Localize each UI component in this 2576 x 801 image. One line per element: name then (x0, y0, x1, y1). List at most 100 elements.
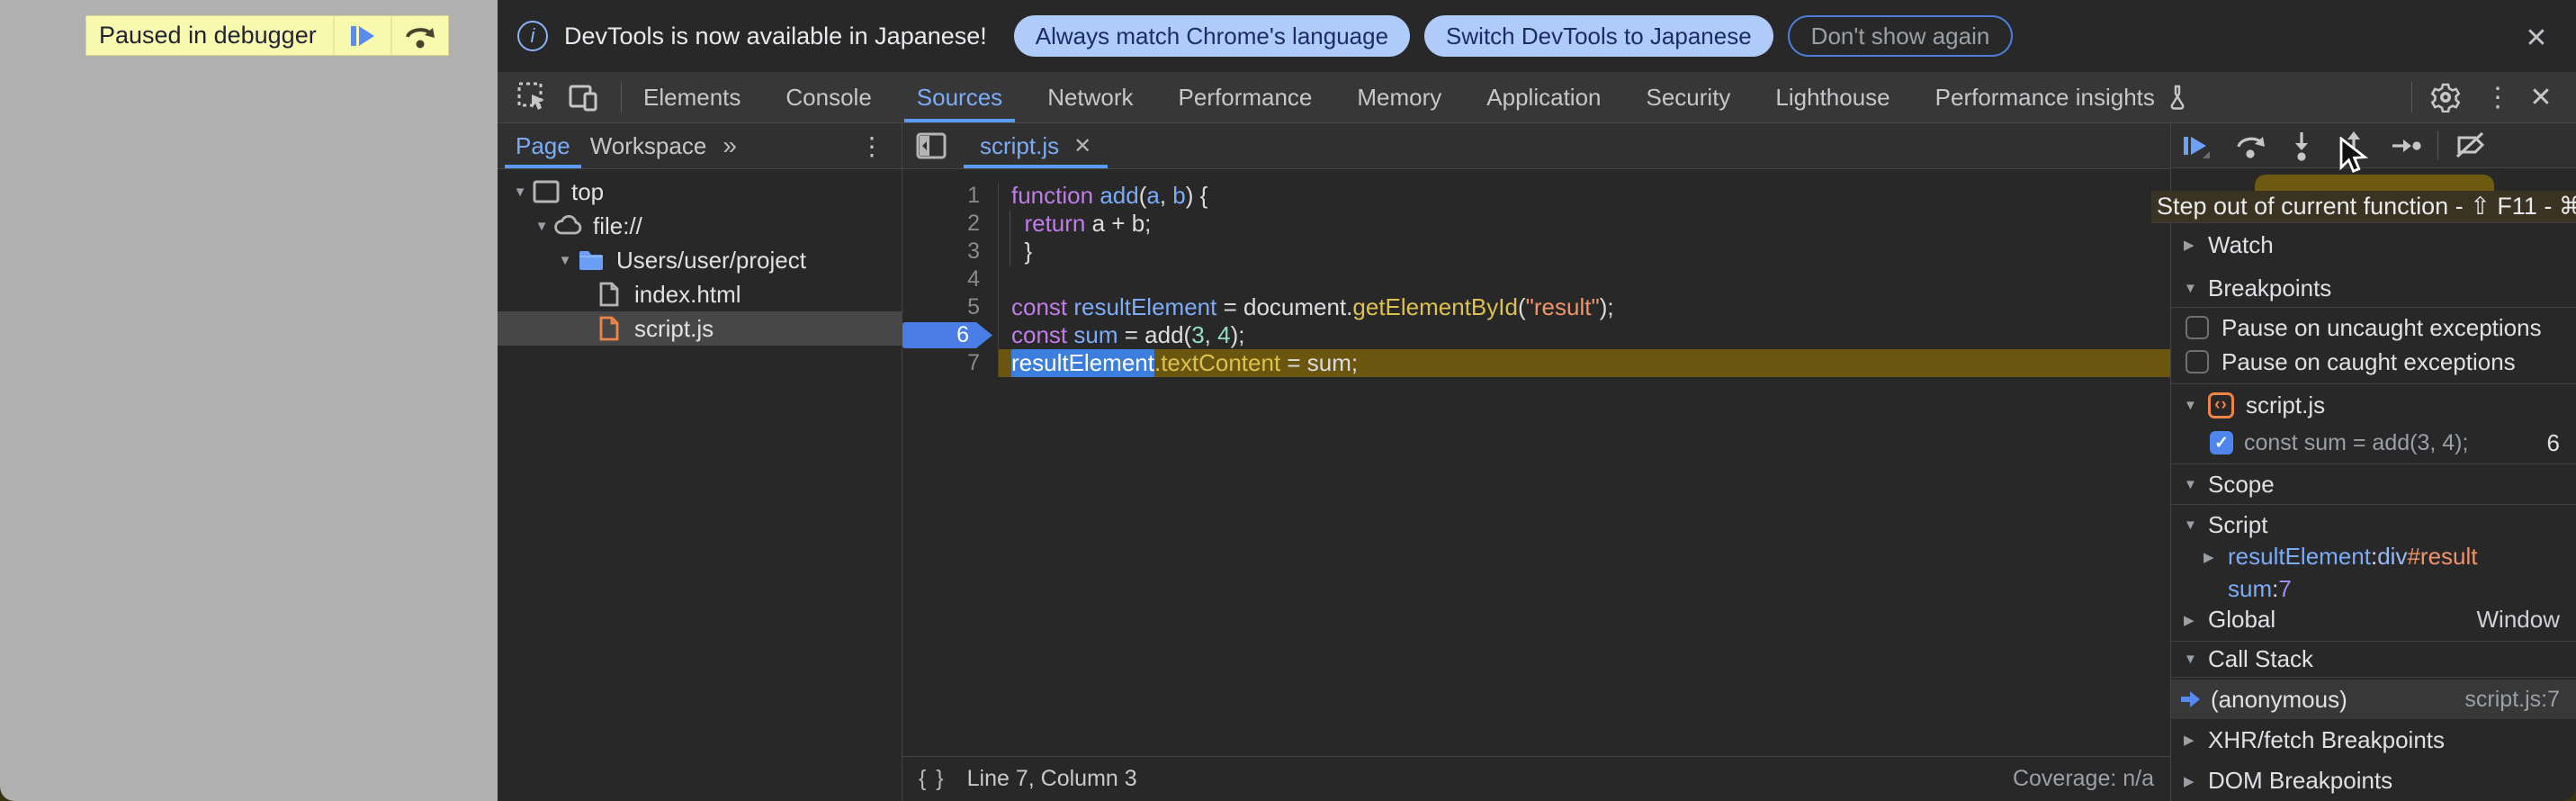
line-number: 4 (902, 266, 999, 293)
panel-tabs: Elements Console Sources Network Performance… (631, 72, 2202, 122)
code-token: .textContent (1154, 349, 1280, 377)
line-number-text: 5 (967, 294, 980, 320)
controls-separator (2437, 130, 2438, 159)
cursor-position: Line 7, Column 3 (967, 766, 1137, 792)
code-line-1[interactable]: 1function add(a, b) { (902, 182, 2170, 210)
resume-script-icon[interactable] (2178, 129, 2212, 163)
breakpoint-entry[interactable]: ✓const sum = add(3, 4);6 (2171, 424, 2576, 462)
tab-lighthouse[interactable]: Lighthouse (1763, 72, 1902, 122)
code-line-3[interactable]: 3 } (902, 238, 2170, 266)
code-editor: script.js ✕ 1function add(a, b) {2 retur… (902, 123, 2170, 801)
tab-performance[interactable]: Performance (1166, 72, 1325, 122)
scope-group-global[interactable]: ▶GlobalWindow (2171, 603, 2576, 636)
section-breakpoints[interactable]: ▼ Breakpoints (2171, 270, 2576, 308)
code-line-content: resultElement.textContent = sum; (999, 349, 2170, 377)
section-scope[interactable]: ▼ Scope (2171, 464, 2576, 505)
tab-sources[interactable]: Sources (904, 72, 1015, 122)
infobar-close-icon[interactable]: ✕ (2518, 20, 2554, 56)
resume-script-button[interactable] (333, 16, 390, 55)
file-js-icon (595, 314, 624, 343)
devtools-close-icon[interactable]: ✕ (2524, 80, 2558, 114)
file-tree: ▼top▼file://▼Users/user/projectindex.htm… (498, 175, 902, 346)
breakpoint-marker[interactable]: 6 (902, 321, 999, 349)
infobar-message: DevTools is now available in Japanese! (564, 22, 987, 50)
inspect-element-icon[interactable] (516, 80, 550, 114)
tab-elements[interactable]: Elements (631, 72, 753, 122)
tab-network[interactable]: Network (1035, 72, 1145, 122)
deactivate-breakpoints-icon[interactable] (2454, 129, 2488, 163)
tab-console[interactable]: Console (773, 72, 884, 122)
code-token: b (1172, 182, 1185, 210)
tab-page[interactable]: Page (514, 123, 572, 168)
breakpoint-checkbox[interactable]: ✓ (2210, 431, 2233, 454)
line-number: 3 (902, 238, 999, 266)
tree-item-index-html[interactable]: index.html (498, 277, 902, 311)
always-match-language-button[interactable]: Always match Chrome's language (1014, 15, 1410, 57)
pause-toggle-0[interactable]: Pause on uncaught exceptions (2171, 310, 2576, 345)
section-watch[interactable]: ▶ Watch (2171, 225, 2576, 265)
tab-memory[interactable]: Memory (1344, 72, 1454, 122)
code-area[interactable]: 1function add(a, b) {2 return a + b;3 }4… (902, 169, 2170, 756)
more-tabs-icon[interactable]: » (723, 131, 737, 160)
code-token: return (1024, 210, 1085, 238)
tab-security[interactable]: Security (1634, 72, 1744, 122)
editor-tab-scriptjs[interactable]: script.js ✕ (974, 123, 1097, 168)
step-into-icon[interactable] (2284, 129, 2319, 163)
tab-label: Console (785, 84, 871, 112)
tree-item-script-js[interactable]: script.js (498, 311, 902, 346)
editor-tab-close-icon[interactable]: ✕ (1073, 133, 1091, 159)
checkbox[interactable] (2186, 350, 2209, 374)
section-dom-breakpoints[interactable]: ▶ DOM Breakpoints (2171, 760, 2576, 801)
scope-variable-resultElement[interactable]: ▶resultElement: div#result (2171, 541, 2576, 572)
code-line-2[interactable]: 2 return a + b; (902, 210, 2170, 238)
dont-show-again-button[interactable]: Don't show again (1788, 15, 2014, 57)
scope-group-label: Global (2208, 606, 2275, 634)
tree-item-file-[interactable]: ▼file:// (498, 209, 902, 243)
tab-workspace[interactable]: Workspace (588, 123, 709, 168)
tree-item-top[interactable]: ▼top (498, 175, 902, 209)
code-token: ); (1600, 293, 1614, 321)
browser-page-area: Paused in debugger (0, 0, 498, 801)
disclosure-icon: ▼ (2184, 398, 2208, 413)
code-line-6[interactable]: 6const sum = add(3, 4); (902, 321, 2170, 349)
step-icon[interactable] (2389, 129, 2423, 163)
tree-item-users-user-project[interactable]: ▼Users/user/project (498, 243, 902, 277)
pretty-print-icon[interactable]: { } (919, 766, 946, 792)
code-token: ( (1518, 293, 1526, 321)
toggle-label: Pause on uncaught exceptions (2221, 314, 2542, 342)
step-over-icon[interactable] (2234, 129, 2268, 163)
current-frame-arrow-icon (2178, 688, 2202, 711)
code-line-5[interactable]: 5const resultElement = document.getEleme… (902, 293, 2170, 321)
code-token: = add( (1118, 321, 1192, 349)
language-infobar: i DevTools is now available in Japanese!… (498, 0, 2576, 72)
tab-application[interactable]: Application (1474, 72, 1613, 122)
selected-token: resultElement (1011, 349, 1154, 377)
switch-to-japanese-button[interactable]: Switch DevTools to Japanese (1424, 15, 1773, 57)
settings-gear-icon[interactable] (2428, 80, 2463, 114)
section-xhr-breakpoints[interactable]: ▶ XHR/fetch Breakpoints (2171, 720, 2576, 760)
code-line-7[interactable]: 7resultElement.textContent = sum; (902, 349, 2170, 377)
step-over-button[interactable] (390, 16, 448, 55)
breakpoint-file-scriptjs[interactable]: ▼‹›script.js (2171, 386, 2576, 424)
scope-group-script[interactable]: ▼Script (2171, 508, 2576, 542)
toggle-navigator-panel-icon[interactable] (915, 130, 947, 162)
code-line-4[interactable]: 4 (902, 266, 2170, 293)
breakpoint-code: const sum = add(3, 4); (2244, 430, 2468, 456)
checkbox[interactable] (2186, 316, 2209, 339)
call-stack-frame[interactable]: (anonymous)script.js:7 (2171, 680, 2576, 719)
section-call-stack[interactable]: ▼ Call Stack (2171, 641, 2576, 678)
scope-variable-sum[interactable]: sum: 7 (2171, 573, 2576, 605)
navigator-kebab-icon[interactable]: ⋮ (857, 130, 887, 161)
pause-toggle-1[interactable]: Pause on caught exceptions (2171, 345, 2576, 379)
folder-icon (577, 246, 606, 274)
tab-performance-insights[interactable]: Performance insights (1923, 72, 2202, 122)
code-token (1067, 321, 1073, 349)
variable-value: 7 (2278, 575, 2291, 603)
more-options-kebab-icon[interactable]: ⋮ (2481, 80, 2515, 114)
breakpoints-label: Breakpoints (2208, 274, 2331, 302)
tab-label: Security (1647, 84, 1731, 112)
disclosure-icon: ▼ (2184, 518, 2208, 533)
devtools-window: i DevTools is now available in Japanese!… (498, 0, 2576, 801)
device-toolbar-icon[interactable] (566, 80, 600, 114)
code-line-content (999, 266, 2170, 293)
